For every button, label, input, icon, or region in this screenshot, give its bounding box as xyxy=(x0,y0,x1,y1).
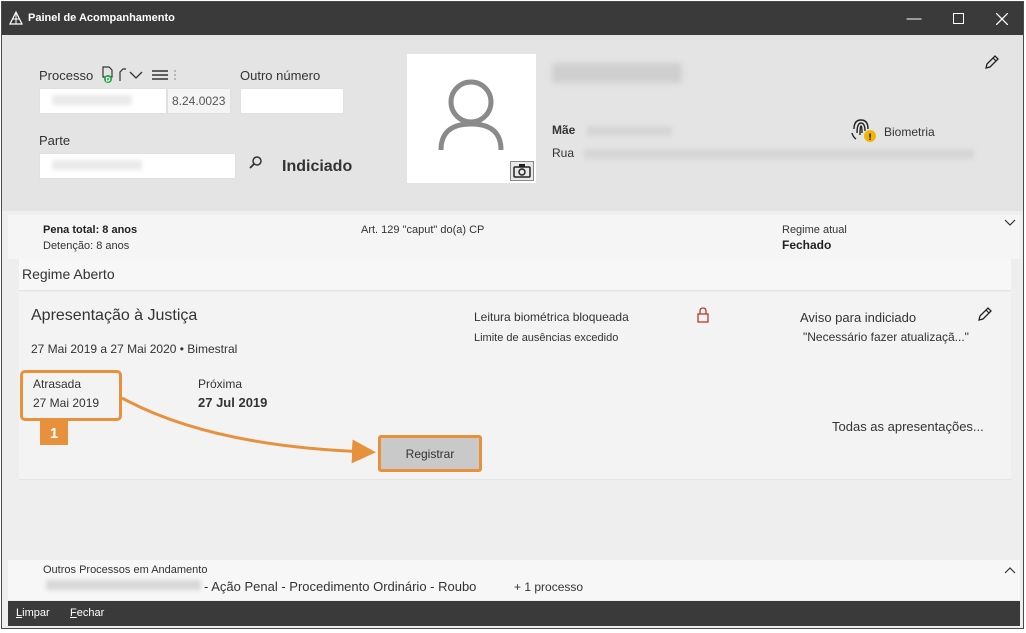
painel-window: Painel de Acompanhamento — Processo D 8.… xyxy=(1,1,1024,629)
limpar-button[interactable]: Limpar xyxy=(16,607,50,619)
outros-title: Outros Processos em Andamento xyxy=(43,564,208,576)
annotation-arrow xyxy=(121,396,376,464)
chevron-up-icon[interactable] xyxy=(1004,566,1016,574)
outros-description[interactable]: - Ação Penal - Procedimento Ordinário - … xyxy=(204,579,476,594)
outros-processos: Outros Processos em Andamento - Ação Pen… xyxy=(8,560,1020,600)
registrar-button[interactable]: Registrar xyxy=(378,435,482,472)
fechar-button[interactable]: Fechar xyxy=(70,607,104,619)
outros-more[interactable]: + 1 processo xyxy=(514,580,583,594)
processo-number-redacted xyxy=(46,580,201,590)
bottom-toolbar: Limpar Fechar xyxy=(8,601,1020,626)
